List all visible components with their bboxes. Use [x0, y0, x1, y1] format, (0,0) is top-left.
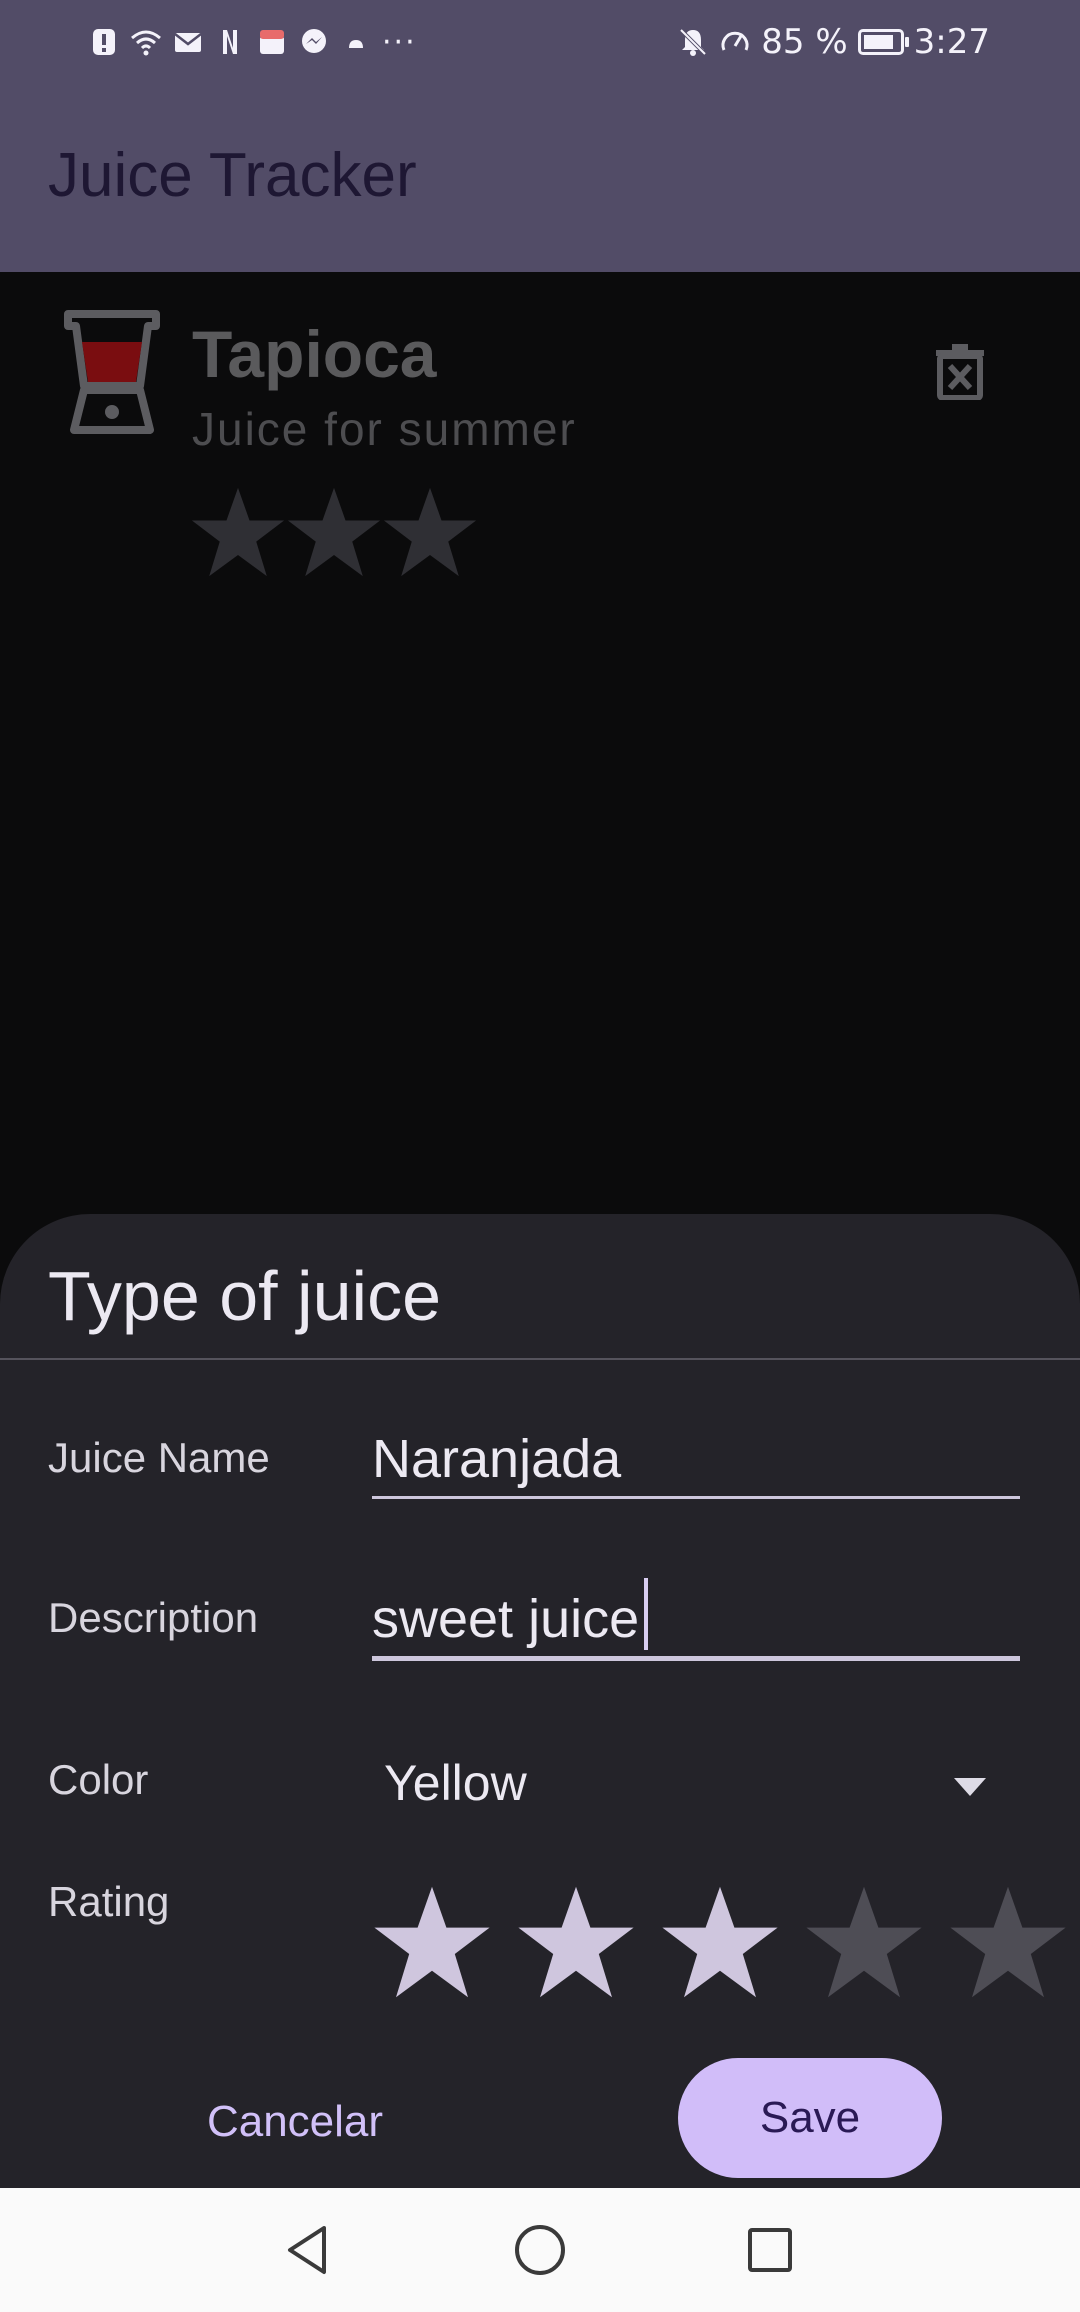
app-title: Juice Tracker [48, 141, 417, 210]
color-dropdown[interactable]: Yellow [372, 1744, 992, 1830]
juice-name-underline [372, 1496, 1020, 1499]
back-icon[interactable] [280, 2222, 336, 2278]
battery-percentage: 85 % [761, 22, 848, 62]
juice-rating [190, 484, 478, 580]
battery-icon [857, 29, 909, 55]
star-filled-icon[interactable] [660, 1882, 780, 2002]
juice-name: Tapioca [192, 317, 437, 391]
sheet-title: Type of juice [48, 1257, 441, 1335]
rating-label: Rating [48, 1878, 170, 1925]
entry-bottom-sheet: Type of juice Juice Name Description Col… [0, 1214, 1080, 2188]
cancel-button[interactable]: Cancelar [190, 2066, 400, 2178]
text-cursor [644, 1578, 648, 1650]
star-empty-icon[interactable] [804, 1882, 924, 2002]
divider [0, 1358, 1080, 1360]
recent-apps-icon[interactable] [742, 2222, 798, 2278]
status-left-icons: ··· [88, 20, 417, 64]
color-selected-value: Yellow [384, 1755, 527, 1811]
description-field[interactable] [372, 1584, 1020, 1654]
app-bar: Juice Tracker [0, 82, 1080, 272]
wifi-icon [131, 30, 161, 56]
cloud-icon [349, 40, 363, 48]
bell-off-icon [679, 28, 707, 56]
mail-icon [174, 33, 202, 52]
description-label: Description [48, 1594, 259, 1641]
speedometer-icon [721, 31, 749, 51]
star-icon [191, 487, 285, 577]
delete-icon[interactable] [934, 342, 986, 400]
list-item[interactable]: Tapioca Juice for summer [0, 272, 1080, 602]
netflix-icon [223, 30, 237, 54]
juice-name-label: Juice Name [48, 1434, 270, 1481]
star-empty-icon[interactable] [948, 1882, 1068, 2002]
star-icon [287, 487, 381, 577]
home-icon[interactable] [512, 2222, 568, 2278]
status-bar: ··· 85 % 3:27 [0, 0, 1080, 82]
alert-icon [93, 29, 115, 55]
store-icon [260, 30, 284, 54]
save-button[interactable]: Save [678, 2058, 942, 2178]
blender-icon [64, 310, 160, 434]
star-filled-icon[interactable] [372, 1882, 492, 2002]
status-right-icons: 85 % 3:27 [677, 20, 990, 64]
star-icon [383, 487, 477, 577]
description-underline [372, 1656, 1020, 1661]
juice-name-field[interactable] [372, 1424, 1020, 1494]
clock: 3:27 [913, 22, 990, 62]
messenger-icon [302, 29, 326, 53]
navigation-bar [0, 2188, 1080, 2312]
more-notifications-icon: ··· [382, 24, 417, 60]
color-label: Color [48, 1756, 149, 1803]
star-filled-icon[interactable] [516, 1882, 636, 2002]
rating-bar[interactable] [372, 1882, 1068, 2002]
dropdown-arrow-icon [954, 1778, 986, 1796]
juice-description: Juice for summer [192, 403, 577, 455]
